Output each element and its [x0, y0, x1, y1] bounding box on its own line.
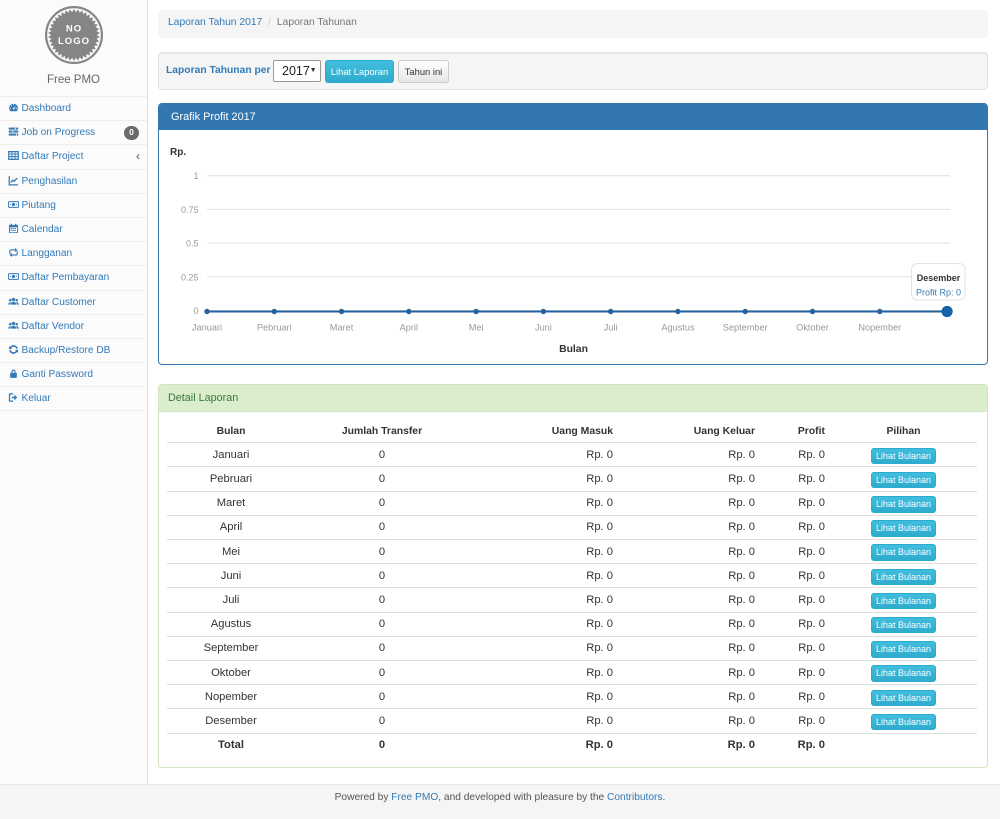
svg-text:0.75: 0.75: [181, 205, 199, 215]
svg-text:Rp.: Rp.: [170, 147, 186, 158]
svg-text:Nopember: Nopember: [858, 323, 901, 333]
svg-text:Pebruari: Pebruari: [257, 323, 292, 333]
svg-text:Mei: Mei: [469, 323, 484, 333]
svg-text:0.5: 0.5: [186, 239, 199, 249]
svg-text:Januari: Januari: [192, 323, 222, 333]
svg-text:0.25: 0.25: [181, 272, 199, 282]
svg-text:Juni: Juni: [535, 323, 552, 333]
svg-text:September: September: [723, 323, 768, 333]
svg-text:Maret: Maret: [330, 323, 354, 333]
svg-text:1: 1: [193, 171, 198, 181]
svg-text:Bulan: Bulan: [559, 344, 588, 355]
svg-text:NO: NO: [65, 24, 81, 35]
svg-text:0: 0: [193, 306, 198, 316]
svg-text:April: April: [400, 323, 418, 333]
svg-text:Agustus: Agustus: [661, 323, 695, 333]
svg-text:LOGO: LOGO: [58, 36, 90, 47]
svg-text:Juli: Juli: [604, 323, 618, 333]
svg-text:Profit Rp: 0: Profit Rp: 0: [916, 288, 961, 298]
svg-text:Oktober: Oktober: [796, 323, 829, 333]
svg-text:Desember: Desember: [917, 273, 961, 283]
